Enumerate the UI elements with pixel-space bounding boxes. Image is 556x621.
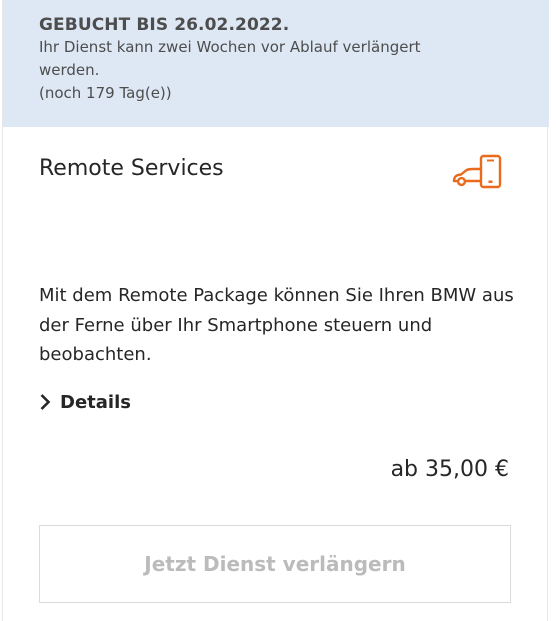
details-label: Details [60,391,131,413]
service-description: Mit dem Remote Package können Sie Ihren … [39,285,514,365]
remaining-days: (noch 179 Tag(e)) [39,84,172,102]
booking-status-info: Ihr Dienst kann zwei Wochen vor Ablauf v… [39,38,421,56]
remote-car-phone-icon [451,154,507,192]
booking-status-banner: GEBUCHT BIS 26.02.2022. Ihr Dienst kann … [3,0,549,127]
extend-service-button[interactable]: Jetzt Dienst verlängern [39,525,511,603]
price-label: ab 35,00 € [390,457,509,482]
details-toggle[interactable]: Details [39,389,131,415]
booking-status-info-cont: werden. [39,61,100,79]
chevron-right-icon [40,394,51,410]
extend-service-button-label: Jetzt Dienst verlängern [144,552,406,576]
booking-status-title: GEBUCHT BIS 26.02.2022. [39,15,290,35]
service-title: Remote Services [39,156,224,181]
service-card: GEBUCHT BIS 26.02.2022. Ihr Dienst kann … [2,0,549,621]
